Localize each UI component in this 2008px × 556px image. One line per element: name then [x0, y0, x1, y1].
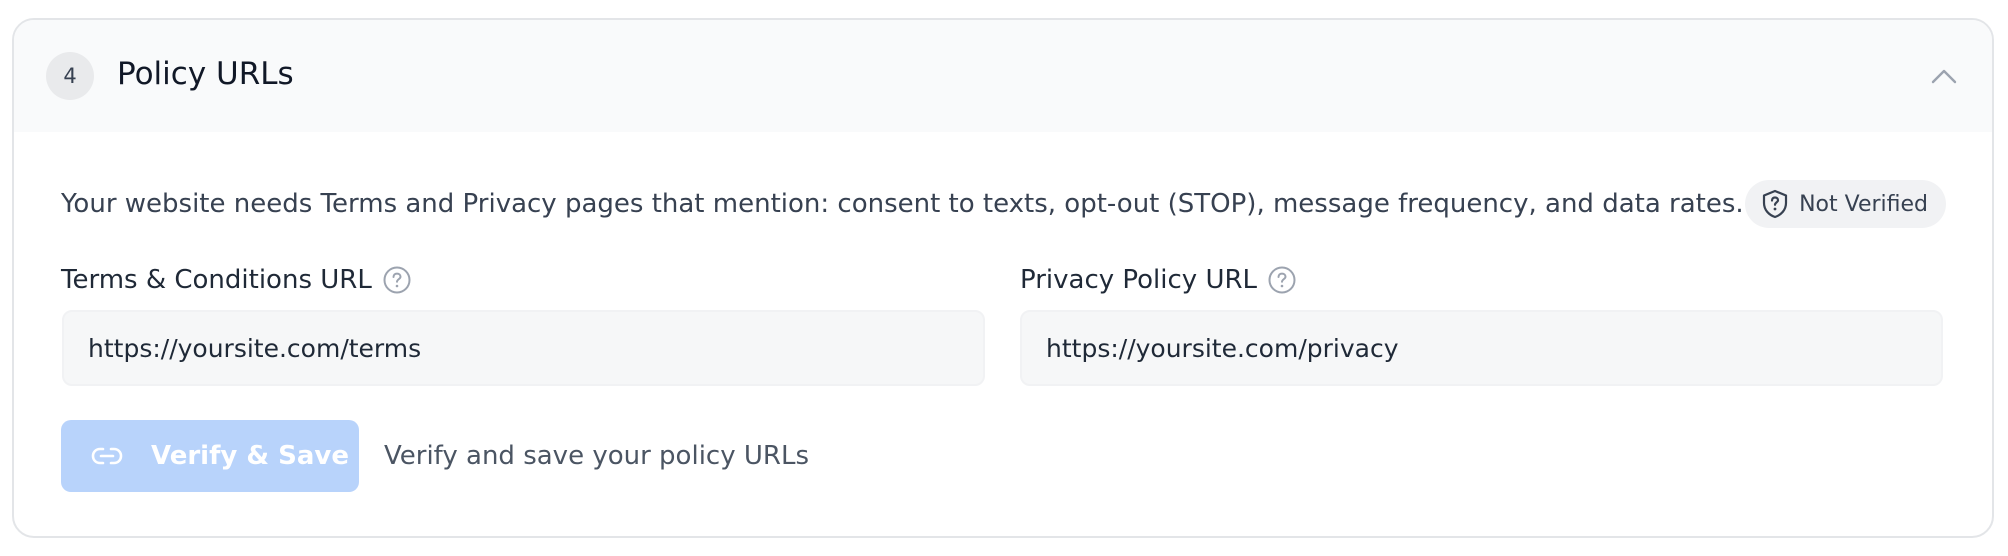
policy-urls-card: 4 Policy URLs Your website needs Terms a… — [12, 18, 1994, 538]
privacy-url-input[interactable] — [1020, 310, 1943, 386]
privacy-url-label: Privacy Policy URL — [1020, 262, 1297, 298]
policy-description: Your website needs Terms and Privacy pag… — [61, 189, 1744, 219]
verify-save-button[interactable]: Verify & Save — [61, 420, 359, 492]
help-circle-icon[interactable] — [382, 265, 412, 295]
verify-hint-text: Verify and save your policy URLs — [384, 441, 809, 471]
shield-question-icon — [1761, 189, 1789, 219]
help-circle-icon[interactable] — [1267, 265, 1297, 295]
verify-save-label: Verify & Save — [151, 441, 349, 471]
link-icon — [91, 446, 123, 466]
status-badge: Not Verified — [1745, 180, 1946, 228]
terms-url-label: Terms & Conditions URL — [61, 262, 412, 298]
section-title: Policy URLs — [117, 56, 294, 92]
status-label: Not Verified — [1799, 191, 1928, 217]
section-header[interactable]: 4 Policy URLs — [14, 20, 1992, 132]
chevron-up-icon — [1931, 68, 1957, 84]
privacy-url-label-text: Privacy Policy URL — [1020, 265, 1258, 295]
terms-url-input[interactable] — [62, 310, 985, 386]
terms-url-label-text: Terms & Conditions URL — [61, 265, 372, 295]
step-number-badge: 4 — [46, 52, 94, 100]
collapse-button[interactable] — [1924, 56, 1964, 96]
